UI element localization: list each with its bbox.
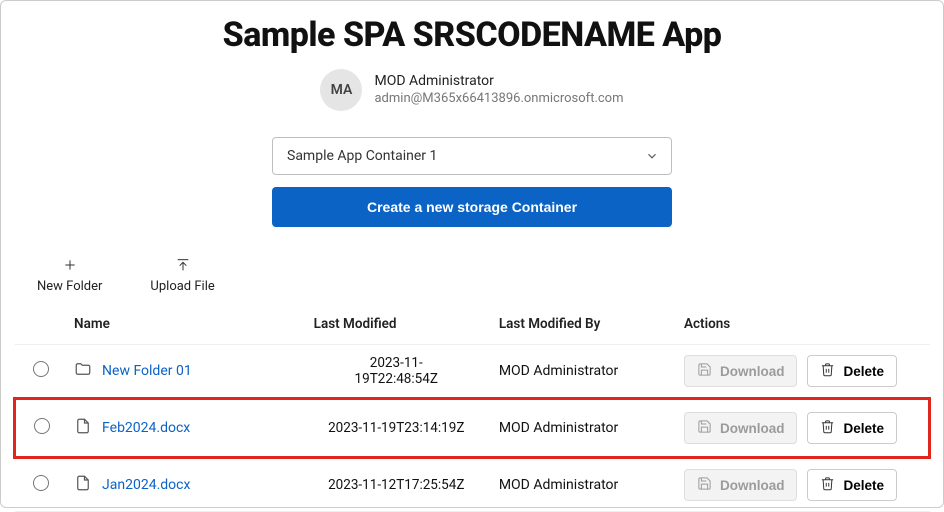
new-folder-button[interactable]: New Folder [37,257,102,294]
save-icon [697,476,712,494]
plus-icon [62,257,78,273]
user-email: admin@M365x66413896.onmicrosoft.com [374,91,623,108]
col-actions: Actions [674,308,930,345]
select-radio[interactable] [34,418,50,434]
delete-button[interactable]: Delete [807,469,897,501]
page-title: Sample SPA SRSCODENAME App [13,15,931,55]
save-icon [697,419,712,437]
table-row: New Folder 01 2023-11-19T22:48:54ZMOD Adm… [15,345,930,399]
file-icon [74,474,92,496]
select-radio[interactable] [33,475,49,491]
user-info: MA MOD Administrator admin@M365x66413896… [13,69,931,111]
trash-icon [820,362,835,380]
upload-file-button[interactable]: Upload File [150,257,214,294]
col-modified-by: Last Modified By [489,308,674,345]
modified-cell: 2023-11-19T23:14:19Z [304,399,489,458]
upload-icon [175,257,191,273]
modified-by-cell: MOD Administrator [489,345,674,399]
item-name-link[interactable]: Feb2024.docx [102,420,190,436]
save-icon [697,362,712,380]
modified-cell: 2023-11-12T17:25:54Z [304,458,489,512]
container-select[interactable]: Sample App Container 1 [272,137,672,175]
col-modified: Last Modified [304,308,489,345]
download-button: Download [684,469,798,501]
table-row: Jan2024.docx 2023-11-12T17:25:54ZMOD Admi… [15,458,930,512]
create-container-button[interactable]: Create a new storage Container [272,187,672,227]
avatar: MA [320,69,362,111]
modified-by-cell: MOD Administrator [489,399,674,458]
modified-cell: 2023-11-19T22:48:54Z [304,345,489,399]
table-row: Feb2024.docx 2023-11-19T23:14:19ZMOD Admi… [15,399,930,458]
item-name-link[interactable]: Jan2024.docx [102,477,190,493]
user-name: MOD Administrator [374,72,623,90]
new-folder-label: New Folder [37,279,102,294]
trash-icon [820,419,835,437]
delete-button[interactable]: Delete [807,355,897,387]
trash-icon [820,476,835,494]
col-name: Name [64,308,304,345]
item-name-link[interactable]: New Folder 01 [102,363,192,379]
file-icon [74,417,92,439]
delete-button[interactable]: Delete [807,412,897,444]
upload-file-label: Upload File [150,279,214,294]
chevron-down-icon [645,149,659,163]
download-button: Download [684,355,798,387]
file-table: Name Last Modified Last Modified By Acti… [13,308,931,512]
container-select-value: Sample App Container 1 [287,148,437,164]
select-radio[interactable] [33,361,49,377]
modified-by-cell: MOD Administrator [489,458,674,512]
download-button: Download [684,412,798,444]
folder-icon [74,360,92,382]
